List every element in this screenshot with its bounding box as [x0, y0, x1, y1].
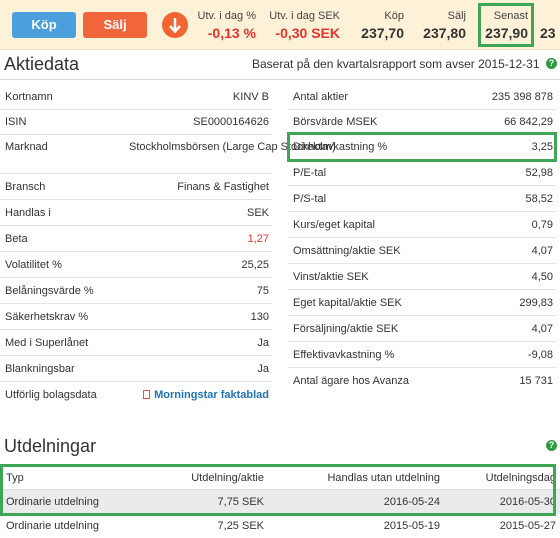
- row-label: P/S-tal: [293, 193, 327, 205]
- row-label: Försäljning/aktie SEK: [293, 323, 399, 335]
- aktiedata-row: Kurs/eget kapital 0,79: [288, 212, 556, 238]
- row-value: SEK: [246, 207, 269, 219]
- next-stat-partial: 23: [540, 25, 556, 41]
- bid-value: 237,70: [361, 25, 404, 41]
- aktiedata-row: Med i Superlånet Ja: [0, 330, 272, 356]
- dividend-highlight: [0, 464, 556, 516]
- aktiedata-row: Antal aktier 235 398 878: [288, 84, 556, 110]
- change-sek: Utv. i dag SEK -0,30 SEK: [264, 10, 340, 41]
- row-label: Belåningsvärde %: [5, 285, 94, 297]
- aktiedata-row: Eget kapital/aktie SEK 299,83: [288, 290, 556, 316]
- row-label: Antal aktier: [293, 91, 349, 103]
- aktiedata-row: Antal ägare hos Avanza 15 731: [288, 368, 556, 394]
- row-value: 1,27: [247, 233, 269, 245]
- help-icon[interactable]: ?: [546, 58, 557, 69]
- row-value: 4,07: [531, 245, 553, 257]
- row-label: Vinst/aktie SEK: [293, 271, 369, 283]
- row-value: Stockholmsbörsen (Large Cap Stockholm): [129, 141, 336, 153]
- row-value: 66 842,29: [504, 116, 553, 128]
- row-label: Omsättning/aktie SEK: [293, 245, 401, 257]
- row-value: 58,52: [525, 193, 553, 205]
- table-row: Ordinarie utdelning 7,25 SEK 2015-05-19 …: [6, 520, 556, 532]
- aktiedata-row: Vinst/aktie SEK 4,50: [288, 264, 556, 290]
- aktiedata-row: Effektivavkastning % -9,08: [288, 342, 556, 368]
- row-value: SE0000164626: [193, 116, 269, 128]
- row-value: 4,07: [531, 323, 553, 335]
- aktiedata-row: Marknad Stockholmsbörsen (Large Cap Stock…: [0, 134, 336, 174]
- row-value: 235 398 878: [491, 91, 553, 103]
- utdelningar-title: Utdelningar: [4, 436, 97, 456]
- row-value: 25,25: [241, 259, 269, 271]
- row-label: Med i Superlånet: [5, 337, 89, 349]
- change-percent: Utv. i dag % -0,13 %: [190, 10, 257, 41]
- row-label: Effektivavkastning %: [293, 349, 395, 361]
- source-note: Baserat på den kvartalsrapport som avser…: [252, 57, 540, 71]
- aktiedata-row: Volatilitet % 25,25: [0, 252, 272, 278]
- row-value: 299,83: [519, 297, 553, 309]
- aktiedata-row: Beta 1,27: [0, 226, 272, 252]
- row-value: Ja: [257, 363, 269, 375]
- aktiedata-title: Aktiedata: [4, 54, 80, 74]
- aktiedata-row: Utförlig bolagsdata Morningstar faktablad: [0, 382, 272, 408]
- row-value: KINV B: [232, 91, 269, 103]
- aktiedata-row: Omsättning/aktie SEK 4,07: [288, 238, 556, 264]
- help-icon[interactable]: ?: [546, 440, 557, 451]
- row-label: Börsvärde MSEK: [293, 116, 378, 128]
- row-value: 4,50: [531, 271, 553, 283]
- row-label: Volatilitet %: [5, 259, 62, 271]
- aktiedata-row: Belåningsvärde % 75: [0, 278, 272, 304]
- row-label: Blankningsbar: [5, 363, 75, 375]
- aktiedata-row: Bransch Finans & Fastighet: [0, 174, 272, 200]
- row-label: Marknad: [5, 141, 48, 153]
- ask-price: Sälj 237,80: [412, 10, 466, 41]
- row-label: Säkerhetskrav %: [5, 311, 89, 323]
- morningstar-link[interactable]: Morningstar faktablad: [143, 389, 269, 401]
- row-label: Handlas i: [5, 207, 51, 219]
- aktiedata-row: Försäljning/aktie SEK 4,07: [288, 316, 556, 342]
- change-percent-value: -0,13 %: [207, 25, 256, 41]
- row-label: Kurs/eget kapital: [293, 219, 375, 231]
- pdf-icon: [143, 390, 151, 399]
- arrow-down-icon: [162, 12, 188, 38]
- aktiedata-row: ISIN SE0000164626: [0, 109, 272, 135]
- row-label: Eget kapital/aktie SEK: [293, 297, 402, 309]
- row-value: 130: [250, 311, 269, 323]
- row-value: 15 731: [519, 375, 553, 387]
- row-value[interactable]: Morningstar faktablad: [154, 389, 269, 401]
- row-value: -9,08: [527, 349, 553, 361]
- bid-price: Köp 237,70: [350, 10, 404, 41]
- aktiedata-row: Blankningsbar Ja: [0, 356, 272, 382]
- row-label: Antal ägare hos Avanza: [293, 375, 409, 387]
- aktiedata-row: Handlas i SEK: [0, 200, 272, 226]
- row-label: Utförlig bolagsdata: [5, 389, 97, 401]
- sell-button[interactable]: Sälj: [83, 12, 147, 38]
- change-sek-value: -0,30 SEK: [275, 25, 340, 41]
- row-value: 52,98: [525, 167, 553, 179]
- last-price-highlight: [478, 3, 534, 47]
- ask-label: Sälj: [447, 10, 466, 22]
- aktiedata-row: Kortnamn KINV B: [0, 84, 272, 110]
- divider: [0, 79, 560, 80]
- ask-value: 237,80: [423, 25, 466, 41]
- row-label: Bransch: [5, 181, 46, 193]
- row-value: Finans & Fastighet: [177, 181, 269, 193]
- aktiedata-row: Säkerhetskrav % 130: [0, 304, 272, 330]
- bid-label: Köp: [384, 10, 404, 22]
- row-value: Ja: [257, 337, 269, 349]
- row-label: ISIN: [5, 116, 27, 128]
- change-percent-label: Utv. i dag %: [197, 10, 257, 22]
- aktiedata-row: P/E-tal 52,98: [288, 160, 556, 186]
- row-label: Beta: [5, 233, 28, 245]
- direktavkastning-highlight: [287, 132, 557, 162]
- row-label: Kortnamn: [5, 91, 53, 103]
- aktiedata-row: P/S-tal 58,52: [288, 186, 556, 212]
- buy-button[interactable]: Köp: [12, 12, 76, 38]
- row-value: 75: [256, 285, 269, 297]
- change-sek-label: Utv. i dag SEK: [269, 10, 340, 22]
- row-value: 0,79: [531, 219, 553, 231]
- row-label: P/E-tal: [293, 167, 327, 179]
- trade-bar: Köp Sälj Utv. i dag % -0,13 % Utv. i dag…: [0, 0, 560, 50]
